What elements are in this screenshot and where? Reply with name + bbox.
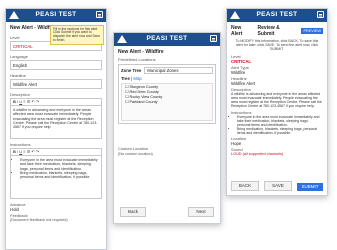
instruction-item: Everyone in the area must evacuate immed…: [20, 158, 99, 171]
feedback-value: (Document feedback not required): [10, 218, 68, 222]
tab-map[interactable]: Map: [133, 76, 141, 81]
menu-icon[interactable]: [210, 35, 217, 42]
app-title: PEASI TEST: [256, 11, 298, 18]
tab-tree[interactable]: Tree: [121, 76, 130, 81]
right-screen: PEASI TEST New Alert Review & Submit PRE…: [226, 8, 328, 196]
page-title: New Alert: [231, 25, 243, 37]
page-title: New Alert - Wildfire: [118, 49, 164, 55]
back-button[interactable]: Back: [120, 207, 146, 217]
left-screen: PEASI TEST New Alert - Wildfire Fill in …: [5, 8, 107, 250]
instructions-label: Instructions: [10, 142, 31, 147]
zone-tree-panel: ☐ Sturgeon County ☐ Red Deer County ☐ Ro…: [121, 83, 213, 121]
instructions-list: Everyone in the area must evacuate immed…: [227, 115, 327, 136]
app-title: PEASI TEST: [146, 35, 188, 42]
help-tooltip: Fill in the sections for this alert. Cli…: [50, 25, 104, 46]
instruction-item: Bring medication, blankets, sleeping bag…: [237, 127, 323, 135]
instructions-toolbar[interactable]: B I U ≡ ☰ ↶ ↷: [10, 148, 102, 155]
checkbox-icon[interactable]: ☐: [125, 95, 128, 99]
menu-icon[interactable]: [317, 11, 324, 18]
bold-icon[interactable]: B: [13, 99, 16, 104]
headline-field[interactable]: Wildfire Alert: [10, 79, 102, 89]
submit-button[interactable]: SUBMIT: [297, 183, 323, 191]
info-text: To MODIFY this information, click BACK. …: [235, 39, 319, 51]
back-button[interactable]: BACK: [231, 181, 259, 191]
underline-icon[interactable]: U: [19, 149, 22, 154]
checkbox-icon[interactable]: ☐: [125, 100, 128, 104]
tree-item[interactable]: ☐ Parkland County: [125, 100, 209, 105]
zone-select[interactable]: Municipal Zones: [144, 67, 213, 74]
bold-icon[interactable]: B: [13, 149, 16, 154]
app-title: PEASI TEST: [35, 11, 77, 18]
instruction-item: Bring medication, blankets, sleeping bag…: [20, 171, 99, 180]
italic-icon[interactable]: I: [17, 149, 18, 154]
custom-location-value[interactable]: (No custom location): [114, 151, 220, 157]
headline-label: Headline: [10, 73, 26, 78]
italic-icon[interactable]: I: [17, 99, 18, 104]
step-title: Review & Submit: [257, 25, 280, 37]
description-text: A wildfire is advancing and everyone in …: [231, 92, 322, 108]
underline-icon[interactable]: U: [19, 99, 22, 104]
language-field[interactable]: English: [10, 60, 102, 70]
instruction-item: Everyone in the area must evacuate immed…: [237, 115, 323, 127]
description-toolbar[interactable]: B I U ≡ ☰ ↶ ↷: [10, 98, 102, 105]
middle-screen: PEASI TEST New Alert - Wildfire Predefin…: [113, 32, 221, 224]
checkbox-icon[interactable]: ☐: [125, 85, 128, 89]
language-label: Language: [10, 54, 28, 59]
predefined-locations-label: Predefined Locations: [118, 57, 156, 62]
menu-icon[interactable]: [96, 11, 103, 18]
save-button[interactable]: SAVE: [264, 181, 292, 191]
right-header: PEASI TEST: [227, 9, 327, 22]
checkbox-icon[interactable]: ☐: [125, 90, 128, 94]
description-label: Description: [10, 92, 31, 97]
next-button[interactable]: Next: [188, 207, 214, 217]
middle-header: PEASI TEST: [114, 33, 220, 46]
preview-button[interactable]: PREVIEW: [301, 28, 323, 34]
left-header: PEASI TEST: [6, 9, 106, 22]
instructions-editor[interactable]: Everyone in the area must evacuate immed…: [10, 155, 102, 199]
description-editor[interactable]: A wildfire is advancing and everyone in …: [10, 105, 102, 139]
zone-tree-label: Zone Tree: [121, 68, 142, 73]
sound-value: LOUD (all supported channels): [231, 152, 284, 156]
